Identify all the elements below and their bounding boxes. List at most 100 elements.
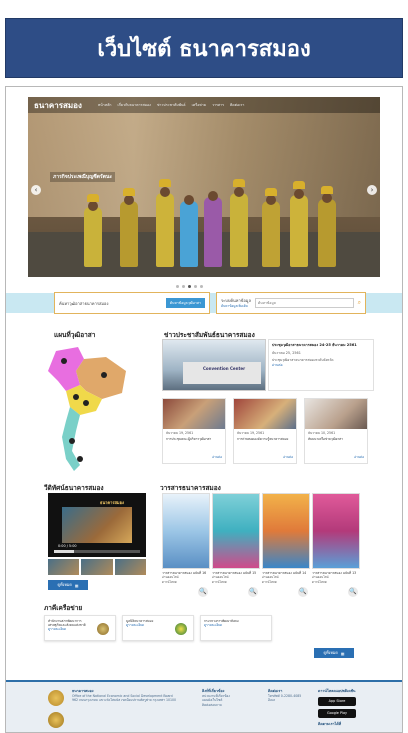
google-play-badge[interactable]: Google Play [318, 709, 356, 718]
news-card-image[interactable] [163, 399, 225, 429]
journal-cover-art [313, 494, 359, 568]
search-icon[interactable]: ⌕ [358, 299, 361, 307]
hero-dot[interactable] [200, 285, 203, 288]
news-card[interactable]: ธันวาคม 19, 2561 การประชุมคณะผู้บริหารวุ… [162, 398, 226, 464]
map-pin-icon[interactable] [69, 438, 75, 444]
hero-figure-hat [265, 188, 277, 196]
zoom-icon[interactable]: 🔍 [298, 587, 308, 597]
expert-search-button[interactable]: ค้นหาข้อมูลวุฒิอาสา [165, 298, 205, 308]
hero-figure-head [266, 195, 276, 205]
video-thumbnail[interactable] [114, 559, 146, 575]
journal-download[interactable]: ดาวน์โหลด [312, 580, 360, 585]
journal-meta: วารสารธนาคารสมอง ฉบับที่ 16 อ่านออนไลน์ … [162, 571, 210, 597]
nav-item-about[interactable]: เกี่ยวกับธนาคารสมอง [117, 102, 150, 108]
partners-view-all-button[interactable]: ดูทั้งหมด ▦ [314, 648, 354, 658]
database-search-link[interactable]: ค้นหาข้อมูลเพิ่มเติม [221, 304, 251, 309]
nav-item-contact[interactable]: ติดต่อเรา [230, 102, 244, 108]
journal-section-title: วารสารธนาคารสมอง [160, 484, 221, 492]
org-emblem-icon [48, 690, 64, 706]
journal-download[interactable]: ดาวน์โหลด [162, 580, 210, 585]
video-overlay-title: ธนาคารสมอง [100, 500, 124, 505]
partners-section-title: ภาคีเครือข่าย [44, 604, 83, 612]
nav-item-home[interactable]: หน้าหลัก [98, 102, 112, 108]
zoom-icon[interactable]: 🔍 [348, 587, 358, 597]
footer-org: ธนาคารสมอง Office of the National Econom… [72, 688, 182, 703]
hero-dot-active[interactable] [188, 285, 191, 288]
news-card-title[interactable]: สัมมนาเครือข่ายวุฒิอาสา [305, 436, 367, 442]
zoom-icon[interactable]: 🔍 [198, 587, 208, 597]
news-card-title[interactable]: การประชุมคณะผู้บริหารวุฒิอาสา [163, 436, 225, 442]
hero-next-arrow-icon[interactable]: › [367, 185, 377, 195]
hero-figure [262, 201, 280, 267]
page-title: เว็บไซต์ ธนาคารสมอง [97, 36, 311, 62]
hero-figure-head [322, 193, 332, 203]
journal-meta: วารสารธนาคารสมอง ฉบับที่ 13 อ่านออนไลน์ … [312, 571, 360, 597]
partner-card[interactable]: มูลนิธิธนาคารสมอง ดูรายละเอียด [122, 615, 194, 641]
site-navbar: ธนาคารสมอง หน้าหลัก เกี่ยวกับธนาคารสมอง … [28, 97, 380, 113]
site-logo[interactable]: ธนาคารสมอง [34, 99, 82, 112]
video-section-title: วีดิทัศน์ธนาคารสมอง [44, 484, 104, 492]
nav-item-journal[interactable]: วารสาร [212, 102, 224, 108]
news-card[interactable]: ธันวาคม 10, 2561 สัมมนาเครือข่ายวุฒิอาสา… [304, 398, 368, 464]
map-pin-icon[interactable] [83, 400, 89, 406]
footer-social-title: ติดตามเราได้ที่ [318, 722, 342, 726]
map-pin-icon[interactable] [73, 394, 79, 400]
news-card-image[interactable] [305, 399, 367, 429]
news-card-read-more[interactable]: อ่านต่อ [283, 455, 293, 460]
news-main-card[interactable]: ประชุมวุฒิอาสาธนาคารสมอง 24-25 ธันวาคม 2… [268, 339, 374, 391]
news-card-image[interactable] [234, 399, 296, 429]
app-store-badge[interactable]: App Store [318, 697, 356, 706]
video-player[interactable]: ธนาคารสมอง 0:00 / 5:00 [48, 493, 146, 557]
news-card-date: ธันวาคม 10, 2561 [308, 431, 336, 435]
footer-org-address: 962 ถนนกรุงเกษม แขวงวัดโสมนัส เขตป้อมปรา… [72, 698, 177, 703]
video-view-all-button[interactable]: ดูทั้งหมด ▦ [48, 580, 88, 590]
news-main-image[interactable]: Convention Center [162, 339, 266, 391]
hero-dot[interactable] [194, 285, 197, 288]
video-thumbnail[interactable] [81, 559, 113, 575]
partner-card[interactable]: สำนักงานสภาพัฒนาการเศรษฐกิจและสังคมแห่งช… [44, 615, 116, 641]
hero-figure [120, 201, 138, 267]
journal-download[interactable]: ดาวน์โหลด [212, 580, 260, 585]
journal-cover[interactable] [212, 493, 260, 569]
hero-figure [156, 193, 174, 267]
hero-figure-head [234, 187, 244, 197]
nav-item-news[interactable]: ข่าวประชาสัมพันธ์ [157, 102, 186, 108]
database-search-box: ระบบค้นหาข้อมูล ค้นหาข้อมูลเพิ่มเติม ⌕ [216, 292, 366, 314]
journal-download[interactable]: ดาวน์โหลด [262, 580, 310, 585]
footer-email[interactable]: อีเมล [268, 698, 312, 702]
partner-link[interactable]: ดูรายละเอียด [204, 623, 268, 628]
partner-card[interactable]: กระทรวงการพัฒนาสังคม ดูรายละเอียด [200, 615, 272, 641]
footer-link[interactable]: ติดต่อสอบถาม [202, 703, 262, 707]
journal-cover-art [163, 494, 209, 568]
hero-figure-head [124, 195, 134, 205]
journal-meta: วารสารธนาคารสมอง ฉบับที่ 15 อ่านออนไลน์ … [212, 571, 260, 597]
database-search-input[interactable] [254, 298, 354, 308]
map-pin-icon[interactable] [77, 456, 83, 462]
partners-view-all-label: ดูทั้งหมด [323, 650, 338, 655]
hero-figure [180, 201, 198, 267]
zoom-icon[interactable]: 🔍 [248, 587, 258, 597]
hero-caption: ภารกิจประเพณีบุญซีดรัตนะ [50, 172, 116, 182]
hero-dot[interactable] [182, 285, 185, 288]
video-progress-bar[interactable] [54, 550, 140, 553]
news-card-read-more[interactable]: อ่านต่อ [212, 455, 222, 460]
news-main-read-more[interactable]: อ่านต่อ [272, 363, 370, 368]
news-main-title[interactable]: ประชุมวุฒิอาสาธนาคารสมอง 24-25 ธันวาคม 2… [272, 343, 370, 348]
map-pin-icon[interactable] [101, 372, 107, 378]
map-pin-icon[interactable] [61, 358, 67, 364]
news-card-read-more[interactable]: อ่านต่อ [354, 455, 364, 460]
video-progress-fill [54, 550, 74, 553]
hero-figure-hat [123, 188, 135, 196]
journal-cover[interactable] [162, 493, 210, 569]
nav-item-network[interactable]: เครือข่าย [192, 102, 206, 108]
news-card-title[interactable]: การถ่ายทอดองค์ความรู้ธนาคารสมอง [234, 436, 296, 442]
hero-dot[interactable] [176, 285, 179, 288]
thailand-region-map[interactable] [36, 341, 136, 476]
journal-cover[interactable] [262, 493, 310, 569]
hero-prev-arrow-icon[interactable]: ‹ [31, 185, 41, 195]
hero-slider[interactable]: ธนาคารสมอง หน้าหลัก เกี่ยวกับธนาคารสมอง … [28, 97, 380, 277]
video-thumbnail[interactable] [48, 559, 80, 575]
journal-cover[interactable] [312, 493, 360, 569]
expert-search-box: ค้นหาวุฒิอาสาธนาคารสมอง ค้นหาข้อมูลวุฒิอ… [54, 292, 210, 314]
news-card[interactable]: ธันวาคม 19, 2561 การถ่ายทอดองค์ความรู้ธน… [233, 398, 297, 464]
